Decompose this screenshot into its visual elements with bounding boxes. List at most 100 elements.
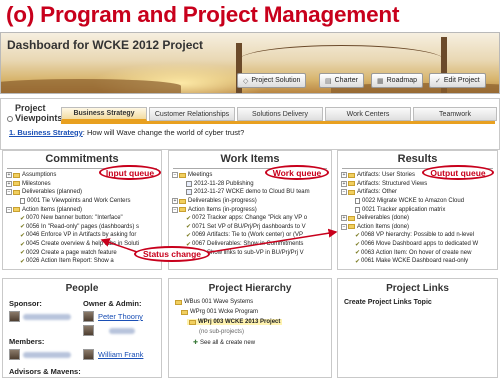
tree-item[interactable]: − Artifacts: Other (341, 188, 495, 197)
expand-icon[interactable]: + (172, 198, 178, 205)
checkmark-icon: ✔ (20, 258, 26, 265)
tree-item-label: Meetings (188, 172, 213, 179)
folder-icon (175, 299, 182, 305)
document-icon (20, 198, 25, 205)
tree-item-label: 0021 Tracker application matrix (362, 206, 446, 213)
collapse-icon[interactable]: − (6, 206, 12, 213)
tree-item[interactable]: ✔ 0070 New banner button: "Interface" (6, 214, 159, 223)
tree-item[interactable]: + Artifacts: Structured Views (341, 180, 495, 189)
checkmark-icon: ✔ (20, 224, 26, 231)
tree-item[interactable]: ✔ 0069 Artifacts: Tie to (Work center) or… (172, 231, 329, 240)
tree-item-label: 0045 Create overview & help tabs in Solu… (26, 241, 140, 248)
viewpoint-tabs: Business Strategy Customer Relationships… (61, 107, 497, 121)
radio-icon[interactable] (7, 115, 13, 122)
tree-item-label: Assumptions (22, 172, 57, 179)
edit-project-label: Edit Project (443, 77, 480, 84)
folder-icon (13, 207, 20, 213)
project-links-panel: Project Links Create Project Links Topic (337, 278, 498, 378)
tree-item[interactable]: ✔ 0068 VP hierarchy: Possible to add n-le… (341, 231, 495, 240)
tree-item[interactable]: − Action Items (planned) (6, 205, 159, 214)
tree-item[interactable]: − Deliverables (planned) (6, 188, 159, 197)
collapse-icon[interactable]: − (341, 223, 347, 230)
expand-icon[interactable]: + (341, 180, 347, 187)
checkmark-icon: ✔ (355, 250, 361, 257)
tree-item[interactable]: 0001 Tie Viewpoints and Work Centers (6, 197, 159, 206)
folder-icon (348, 172, 355, 178)
folder-icon (13, 172, 20, 178)
hierarchy-item[interactable]: WPrg 001 Wcke Program (181, 309, 258, 315)
project-solution-button[interactable]: ◇ Project Solution (237, 73, 307, 88)
tab-solutions-delivery[interactable]: Solutions Delivery (237, 107, 323, 121)
hierarchy-item[interactable]: WBus 001 Wave Systems (175, 299, 253, 305)
tree-item[interactable]: ✔ 0061 Make WCKE Dashboard read-only (341, 257, 495, 266)
checkmark-icon: ✔ (20, 215, 26, 222)
tab-work-centers[interactable]: Work Centers (325, 107, 411, 121)
tree-item[interactable]: + Deliverables (in-progress) (172, 197, 329, 206)
people-title: People (65, 283, 99, 294)
advisors-label: Advisors & Mavens: (9, 367, 81, 376)
expand-icon[interactable]: + (6, 180, 12, 187)
checkmark-icon: ✔ (186, 232, 192, 239)
expand-icon[interactable]: + (341, 172, 347, 179)
tree-item[interactable]: − Action Items (done) (341, 223, 495, 232)
edit-icon: ✓ (435, 77, 441, 85)
owner-name-link[interactable]: Peter Thoony (98, 312, 143, 321)
tree-item[interactable]: 0022 Migrate WCKE to Amazon Cloud (341, 197, 495, 206)
tree-item[interactable]: + Milestones (6, 180, 159, 189)
see-all-link[interactable]: ✚ See all & create new (193, 339, 255, 347)
tree-item[interactable]: ✔ 0046 Enforce VP in Artifacts by asking … (6, 231, 159, 240)
bridge-cable (239, 45, 444, 75)
collapse-icon[interactable]: − (172, 206, 178, 213)
tree-item[interactable]: − Action Items (in-progress) (172, 205, 329, 214)
hierarchy-item-label: WPrj 003 WCKE 2013 Project (198, 319, 281, 325)
tree-item[interactable]: ✔ 0071 Set VP of BU/Prj/Prj dashboards to… (172, 223, 329, 232)
tree-item-label: 0022 Migrate WCKE to Amazon Cloud (362, 198, 465, 205)
tab-teamwork[interactable]: Teamwork (413, 107, 497, 121)
tab-business-strategy[interactable]: Business Strategy (61, 107, 147, 121)
member-name-link[interactable]: William Frank (98, 350, 143, 359)
charter-button[interactable]: ▤ Charter (319, 73, 364, 88)
tree-item[interactable]: ✔ 0063 Action Item: On hover of create ne… (341, 248, 495, 257)
collapse-icon[interactable]: − (6, 189, 12, 196)
sponsor-label: Sponsor: (9, 299, 42, 308)
folder-icon (348, 215, 355, 221)
tree-item[interactable]: 2012-11-28 Publishing (172, 180, 329, 189)
tree-item-label: Action Items (planned) (22, 206, 83, 213)
add-icon: ✚ (193, 340, 199, 346)
hill (1, 79, 181, 93)
tree-item[interactable]: ✔ 0066 Move Dashboard apps to dedicated W (341, 240, 495, 249)
tab-customer-relationships[interactable]: Customer Relationships (149, 107, 235, 121)
folder-icon (179, 207, 186, 213)
hierarchy-item-current[interactable]: WPrj 003 WCKE 2013 Project (187, 319, 283, 325)
tree-item-label: Milestones (22, 180, 51, 187)
folder-icon (189, 319, 196, 325)
tree-item[interactable]: + Deliverables (done) (341, 214, 495, 223)
edit-project-button[interactable]: ✓ Edit Project (429, 73, 486, 88)
expand-icon[interactable]: + (6, 172, 12, 179)
question-text: : How will Wave change the world of cybe… (82, 128, 245, 137)
tree-item[interactable]: ✔ 0072 Tracker apps: Change "Pick any VP … (172, 214, 329, 223)
collapse-icon[interactable]: − (172, 172, 178, 179)
business-strategy-link[interactable]: 1. Business Strategy (9, 128, 83, 137)
create-links-topic-button[interactable]: Create Project Links Topic (344, 299, 432, 306)
expand-icon[interactable]: + (341, 215, 347, 222)
tree-item-label: 0056 In "Read-only" pages (dashboards) s (26, 223, 140, 230)
tree-item-label: 0001 Tie Viewpoints and Work Centers (27, 198, 131, 205)
tree-item[interactable]: ✔ 0056 In "Read-only" pages (dashboards) … (6, 223, 159, 232)
roadmap-button[interactable]: ▦ Roadmap (371, 73, 423, 88)
viewpoints-label: Project Viewpoints: (7, 103, 65, 123)
tree-item[interactable]: 0021 Tracker application matrix (341, 205, 495, 214)
tree-item-label: Artifacts: Other (357, 189, 398, 196)
tree-item-label: 0066 Move Dashboard apps to dedicated W (361, 241, 479, 248)
commitments-title: Commitments (45, 153, 119, 165)
tree-item[interactable]: 2012-11-27 WCKE demo to Cloud BU team (172, 188, 329, 197)
collapse-icon[interactable]: − (341, 189, 347, 196)
strategy-question: 1. Business Strategy: How will Wave chan… (9, 128, 244, 137)
tree-item[interactable]: ✔ 0026 Action Item Report: Show a (6, 257, 159, 266)
tree-item-label: 0071 Set VP of BU/Prj/Prj dashboards to … (192, 223, 306, 230)
calendar-icon (186, 189, 192, 196)
viewpoints-label-line1: Project (15, 103, 46, 113)
status-change-callout: Status change (134, 246, 210, 262)
tree-item-label: 0061 Make WCKE Dashboard read-only (361, 258, 469, 265)
tree-item[interactable]: ✔ 0045 Create overview & help tabs in Sol… (6, 240, 159, 249)
